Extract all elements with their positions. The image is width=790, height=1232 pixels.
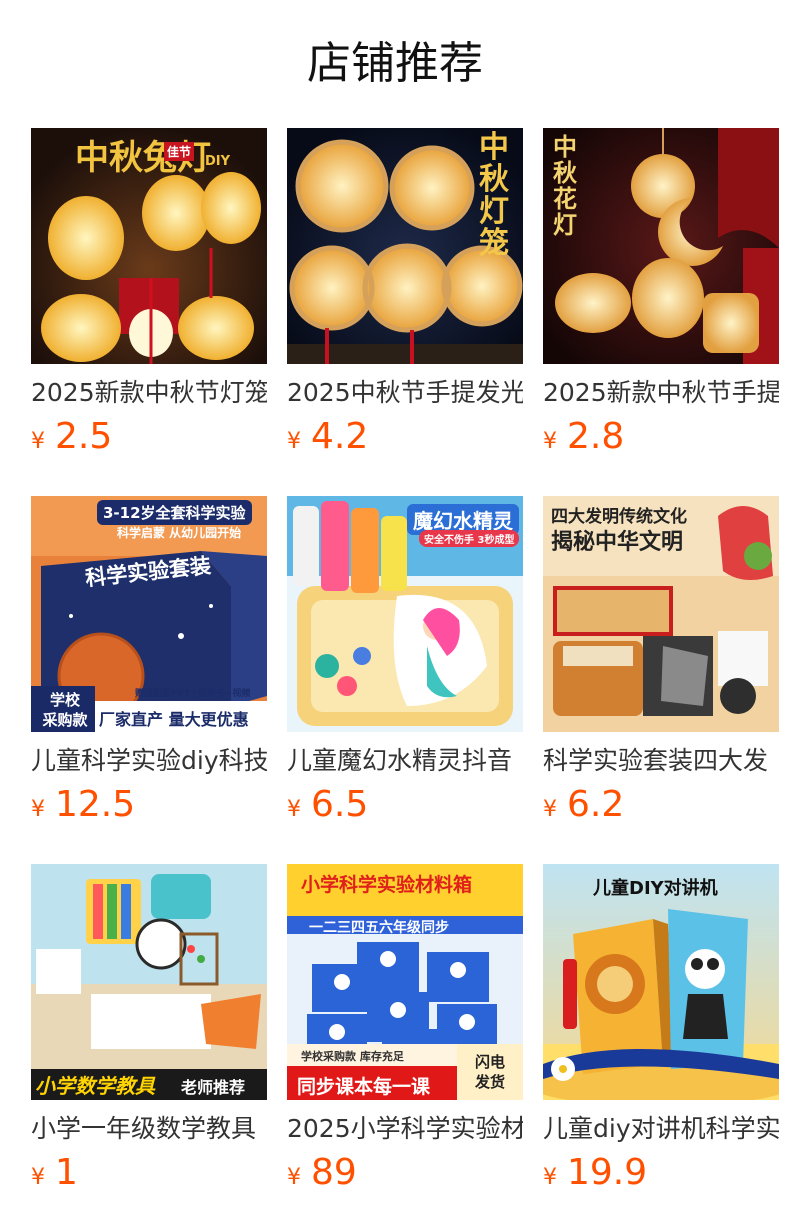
product-price: 6.5	[311, 784, 369, 825]
product-image[interactable]: 中秋灯笼	[287, 128, 523, 364]
image-caption: 一二三四五六年级同步	[309, 920, 449, 936]
product-price: 2.5	[55, 416, 113, 457]
image-badge: 学校 采购款	[39, 690, 91, 730]
product-card[interactable]: 中秋花灯 2025新款中秋节手提 ¥ 2.8	[543, 128, 779, 496]
image-badge: 闪电 发货	[475, 1052, 505, 1092]
product-price: 2.8	[567, 416, 625, 457]
product-price-row: ¥ 89	[287, 1152, 523, 1193]
product-card[interactable]: 小学科学实验材料箱 一二三四五六年级同步 学校采购款 库存充足 同步课本每一课 …	[287, 864, 523, 1232]
product-price-row: ¥ 6.5	[287, 784, 523, 825]
product-card[interactable]: 魔幻水精灵 安全不伤手 3秒成型 儿童魔幻水精灵抖音 ¥ 6.5	[287, 496, 523, 864]
image-caption: 厂家直产 量大更优惠	[99, 710, 249, 729]
product-price-row: ¥ 2.5	[31, 416, 267, 457]
image-badge-line: 采购款	[42, 711, 88, 729]
product-name[interactable]: 小学一年级数学教具	[31, 1114, 267, 1144]
product-card[interactable]: 中秋灯笼 2025中秋节手提发光 ¥ 4.2	[287, 128, 523, 496]
image-caption: 中秋花灯	[553, 133, 577, 239]
product-price: 19.9	[567, 1152, 648, 1193]
currency-symbol: ¥	[287, 429, 301, 454]
product-price-row: ¥ 19.9	[543, 1152, 779, 1193]
currency-symbol: ¥	[31, 429, 45, 454]
product-image[interactable]: 3-12岁全套科学实验 科学启蒙 从幼儿园开始 科学实验套装 学校 采购款 赠送…	[31, 496, 267, 732]
currency-symbol: ¥	[543, 1165, 557, 1190]
image-caption: 老师推荐	[181, 1078, 246, 1097]
image-badge: 安全不伤手 3秒成型	[419, 530, 520, 547]
image-caption: 小学科学实验材料箱	[301, 874, 473, 896]
page-title: 店铺推荐	[307, 38, 483, 89]
product-name[interactable]: 2025新款中秋节手提	[543, 378, 779, 408]
image-caption: 揭秘中华文明	[551, 530, 684, 555]
currency-symbol: ¥	[31, 1165, 45, 1190]
product-price: 4.2	[311, 416, 369, 457]
product-name[interactable]: 2025中秋节手提发光	[287, 378, 523, 408]
image-caption: 科学启蒙 从幼儿园开始	[117, 526, 242, 540]
product-name[interactable]: 儿童科学实验diy科技	[31, 746, 267, 776]
product-price-row: ¥ 12.5	[31, 784, 267, 825]
currency-symbol: ¥	[543, 429, 557, 454]
image-caption: 儿童DIY对讲机	[593, 878, 718, 899]
currency-symbol: ¥	[287, 797, 301, 822]
image-caption: 学校采购款 库存充足	[301, 1050, 404, 1063]
product-price-row: ¥ 2.8	[543, 416, 779, 457]
image-caption: 小学数学教具	[35, 1074, 155, 1098]
image-caption: 赠送配套PPT+说明书+视频	[135, 689, 251, 699]
product-card[interactable]: 3-12岁全套科学实验 科学启蒙 从幼儿园开始 科学实验套装 学校 采购款 赠送…	[31, 496, 267, 864]
product-price-row: ¥ 4.2	[287, 416, 523, 457]
product-name[interactable]: 2025新款中秋节灯笼	[31, 378, 267, 408]
product-image[interactable]: 中秋兔灯 佳节 DIY	[31, 128, 267, 364]
product-name[interactable]: 儿童diy对讲机科学实	[543, 1114, 779, 1144]
product-grid: 中秋兔灯 佳节 DIY 2025新款中秋节灯笼 ¥ 2.5 中秋灯笼 2025中…	[31, 128, 790, 1232]
currency-symbol: ¥	[31, 797, 45, 822]
product-price-row: ¥ 6.2	[543, 784, 779, 825]
product-name[interactable]: 儿童魔幻水精灵抖音	[287, 746, 523, 776]
image-caption: 中秋灯笼	[479, 130, 509, 261]
product-price: 6.2	[567, 784, 625, 825]
product-image[interactable]: 魔幻水精灵 安全不伤手 3秒成型	[287, 496, 523, 732]
product-image[interactable]: 中秋花灯	[543, 128, 779, 364]
product-image[interactable]: 小学科学实验材料箱 一二三四五六年级同步 学校采购款 库存充足 同步课本每一课 …	[287, 864, 523, 1100]
image-caption: 3-12岁全套科学实验	[97, 500, 252, 525]
product-image[interactable]: 小学数学教具 老师推荐	[31, 864, 267, 1100]
product-price: 89	[311, 1152, 357, 1193]
image-badge: DIY	[205, 154, 231, 169]
product-card[interactable]: 儿童DIY对讲机 儿童diy对讲机科学实 ¥ 19.9	[543, 864, 779, 1232]
product-price-row: ¥ 1	[31, 1152, 267, 1193]
product-name[interactable]: 2025小学科学实验材	[287, 1114, 523, 1144]
image-badge-line: 学校	[49, 691, 80, 709]
product-name[interactable]: 科学实验套装四大发	[543, 746, 779, 776]
product-price: 12.5	[55, 784, 136, 825]
image-badge-line: 发货	[475, 1073, 506, 1091]
image-caption: 同步课本每一课	[297, 1076, 431, 1098]
image-badge: 佳节	[164, 142, 195, 161]
currency-symbol: ¥	[543, 797, 557, 822]
product-image[interactable]: 四大发明传统文化 揭秘中华文明	[543, 496, 779, 732]
product-image[interactable]: 儿童DIY对讲机	[543, 864, 779, 1100]
product-card[interactable]: 中秋兔灯 佳节 DIY 2025新款中秋节灯笼 ¥ 2.5	[31, 128, 267, 496]
product-price: 1	[55, 1152, 78, 1193]
image-badge-line: 闪电	[475, 1053, 506, 1071]
currency-symbol: ¥	[287, 1165, 301, 1190]
product-card[interactable]: 四大发明传统文化 揭秘中华文明 科学实验套装四大发 ¥ 6.2	[543, 496, 779, 864]
product-card[interactable]: 小学数学教具 老师推荐 小学一年级数学教具 ¥ 1	[31, 864, 267, 1232]
